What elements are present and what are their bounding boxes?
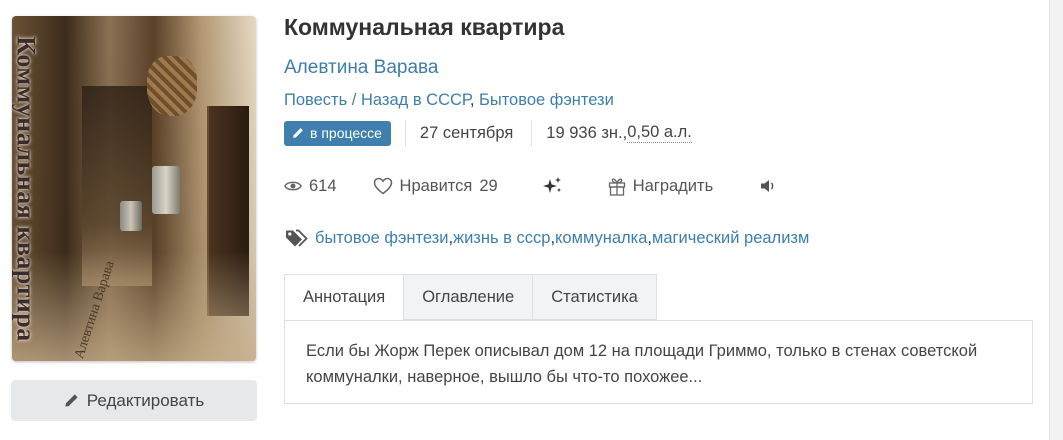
tag-link[interactable]: магический реализм xyxy=(652,229,809,248)
author-link[interactable]: Алевтина Варава xyxy=(284,57,438,79)
tag-link[interactable]: жизнь в ссср xyxy=(453,229,550,248)
publish-date: 27 сентября xyxy=(419,123,514,142)
likes-count: 29 xyxy=(479,176,498,195)
edit-button[interactable]: Редактировать xyxy=(11,380,257,421)
divider xyxy=(404,120,406,146)
book-cover[interactable]: Коммунальная квартира Алевтина Варава xyxy=(12,16,256,361)
tab-statistics[interactable]: Статистика xyxy=(533,274,657,320)
tab-annotation[interactable]: Аннотация xyxy=(284,274,405,321)
stats-row: 614 Нравится 29 Наградить xyxy=(284,174,777,198)
tags-row: бытовое фэнтези, жизнь в ссср, коммуналк… xyxy=(285,226,809,250)
sparkles-button[interactable] xyxy=(542,176,564,196)
speaker-icon xyxy=(761,180,774,192)
size-chars: 19 936 зн., xyxy=(546,123,628,142)
sparkles-icon xyxy=(542,177,561,193)
annotation-panel: Если бы Жорж Перек описывал дом 12 на пл… xyxy=(284,320,1033,404)
pencil-icon xyxy=(293,127,303,138)
reward-button[interactable]: Наградить xyxy=(608,177,713,196)
views-count: 614 xyxy=(309,176,337,195)
pencil-icon xyxy=(65,394,78,407)
status-badge: в процессе xyxy=(284,120,391,146)
tag-link[interactable]: бытовое фэнтези xyxy=(315,229,448,248)
gift-icon xyxy=(608,178,625,196)
genre-main-link[interactable]: Назад в СССР xyxy=(361,91,470,109)
genre-sub-link[interactable]: Бытовое фэнтези xyxy=(479,91,614,109)
heart-icon xyxy=(373,177,392,195)
book-title: Коммунальная квартира xyxy=(284,14,565,40)
right-scroll-strip xyxy=(1049,0,1063,440)
status-row: в процессе 27 сентября 19 936 зн., 0,50 … xyxy=(284,119,692,147)
cover-title: Коммунальная квартира xyxy=(12,35,41,342)
status-badge-label: в процессе xyxy=(310,124,382,141)
cover-author: Алевтина Варава xyxy=(72,259,118,361)
tags-icon xyxy=(286,229,308,247)
eye-icon xyxy=(284,181,302,191)
views-counter: 614 xyxy=(284,177,337,196)
edit-button-label: Редактировать xyxy=(86,390,205,410)
genre-sep: / xyxy=(347,91,361,109)
tag-link[interactable]: коммуналка xyxy=(555,229,647,248)
like-button[interactable]: Нравится 29 xyxy=(373,177,498,196)
cover-basket-art xyxy=(147,56,197,116)
genres-line: Повесть / Назад в СССР, Бытовое фэнтези xyxy=(284,91,614,110)
reward-label: Наградить xyxy=(632,176,714,195)
divider xyxy=(531,120,533,146)
annotation-text: Если бы Жорж Перек описывал дом 12 на пл… xyxy=(306,342,978,386)
genre-comma: , xyxy=(469,91,479,109)
cover-pot-art xyxy=(120,201,142,231)
like-label: Нравится xyxy=(399,176,473,195)
genre-form-link[interactable]: Повесть xyxy=(284,91,347,109)
tab-contents[interactable]: Оглавление xyxy=(404,274,534,320)
cover-pot-art xyxy=(152,166,180,214)
size-sheets: 0,50 а.л. xyxy=(627,123,692,143)
book-tabs: Аннотация Оглавление Статистика xyxy=(284,274,657,321)
audio-button[interactable] xyxy=(759,178,777,194)
